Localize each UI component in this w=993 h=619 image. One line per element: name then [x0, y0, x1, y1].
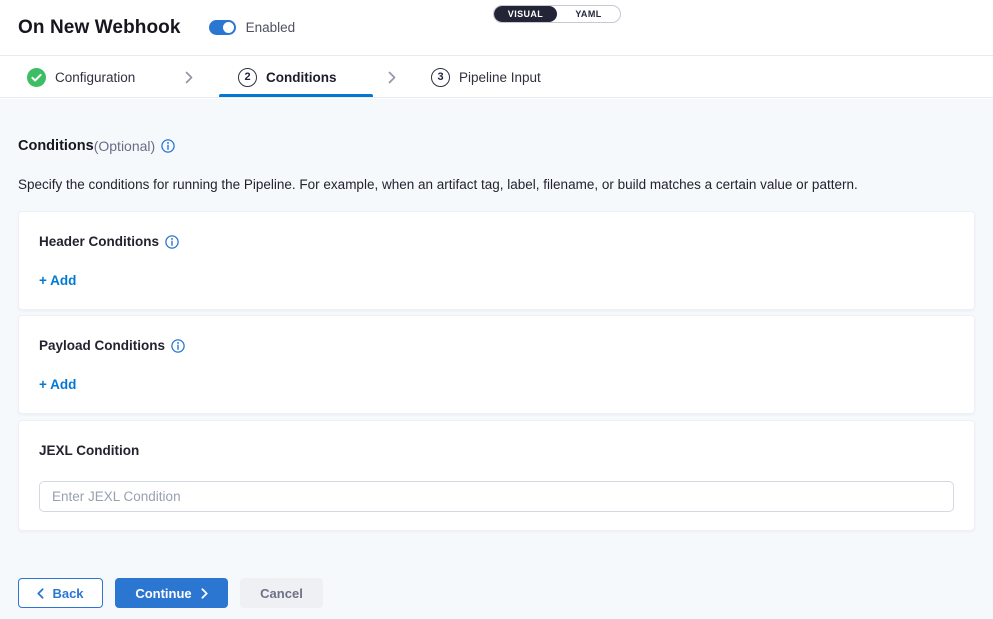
- card-title: Header Conditions: [39, 234, 159, 249]
- info-icon[interactable]: [165, 235, 179, 249]
- card-title-row: Payload Conditions: [39, 338, 954, 353]
- toggle-knob: [223, 22, 234, 33]
- tab-visual[interactable]: VISUAL: [494, 6, 557, 22]
- chevron-right-icon: [201, 588, 208, 599]
- back-button[interactable]: Back: [18, 578, 103, 608]
- payload-conditions-card: Payload Conditions + Add: [18, 315, 975, 414]
- conditions-panel: Conditions (Optional) Specify the condit…: [0, 99, 993, 619]
- enabled-toggle-label: Enabled: [246, 20, 296, 35]
- chevron-right-icon: [185, 71, 194, 84]
- page-header: On New Webhook Enabled VISUAL YAML: [0, 0, 993, 56]
- enabled-toggle-group: Enabled: [209, 20, 296, 35]
- info-icon[interactable]: [171, 339, 185, 353]
- section-heading: Conditions: [18, 138, 94, 154]
- enabled-toggle[interactable]: [209, 20, 236, 35]
- jexl-condition-card: JEXL Condition: [18, 420, 975, 531]
- chevron-left-icon: [37, 588, 44, 599]
- add-header-condition-button[interactable]: + Add: [39, 273, 76, 288]
- back-button-label: Back: [52, 586, 83, 601]
- chevron-right-icon: [388, 71, 397, 84]
- step-number-circle: 3: [431, 68, 450, 87]
- wizard-footer: Back Continue Cancel: [18, 578, 975, 608]
- optional-label: (Optional): [94, 138, 155, 154]
- card-title-row: JEXL Condition: [39, 443, 954, 458]
- cancel-button-label: Cancel: [260, 586, 303, 601]
- visual-yaml-switch: VISUAL YAML: [493, 5, 621, 23]
- step-configuration[interactable]: Configuration: [27, 57, 135, 97]
- wizard-stepper: Configuration 2 Conditions 3 Pipeline In…: [0, 57, 993, 98]
- header-conditions-card: Header Conditions + Add: [18, 211, 975, 310]
- card-title: JEXL Condition: [39, 443, 139, 458]
- jexl-condition-input[interactable]: [39, 481, 954, 512]
- check-circle-icon: [27, 68, 46, 87]
- step-pipeline-input[interactable]: 3 Pipeline Input: [431, 57, 541, 97]
- info-icon[interactable]: [161, 139, 175, 153]
- page-title: On New Webhook: [18, 17, 181, 39]
- continue-button[interactable]: Continue: [115, 578, 228, 608]
- step-label: Configuration: [55, 70, 135, 85]
- cancel-button[interactable]: Cancel: [240, 578, 323, 608]
- active-step-underline: [219, 94, 373, 97]
- section-heading-row: Conditions (Optional): [18, 138, 975, 154]
- step-label: Conditions: [266, 70, 337, 85]
- continue-button-label: Continue: [135, 586, 191, 601]
- step-number-circle: 2: [238, 68, 257, 87]
- step-label: Pipeline Input: [459, 70, 541, 85]
- section-description: Specify the conditions for running the P…: [18, 177, 975, 192]
- tab-yaml[interactable]: YAML: [557, 6, 620, 22]
- add-payload-condition-button[interactable]: + Add: [39, 377, 76, 392]
- card-title: Payload Conditions: [39, 338, 165, 353]
- step-conditions[interactable]: 2 Conditions: [238, 57, 337, 97]
- card-title-row: Header Conditions: [39, 234, 954, 249]
